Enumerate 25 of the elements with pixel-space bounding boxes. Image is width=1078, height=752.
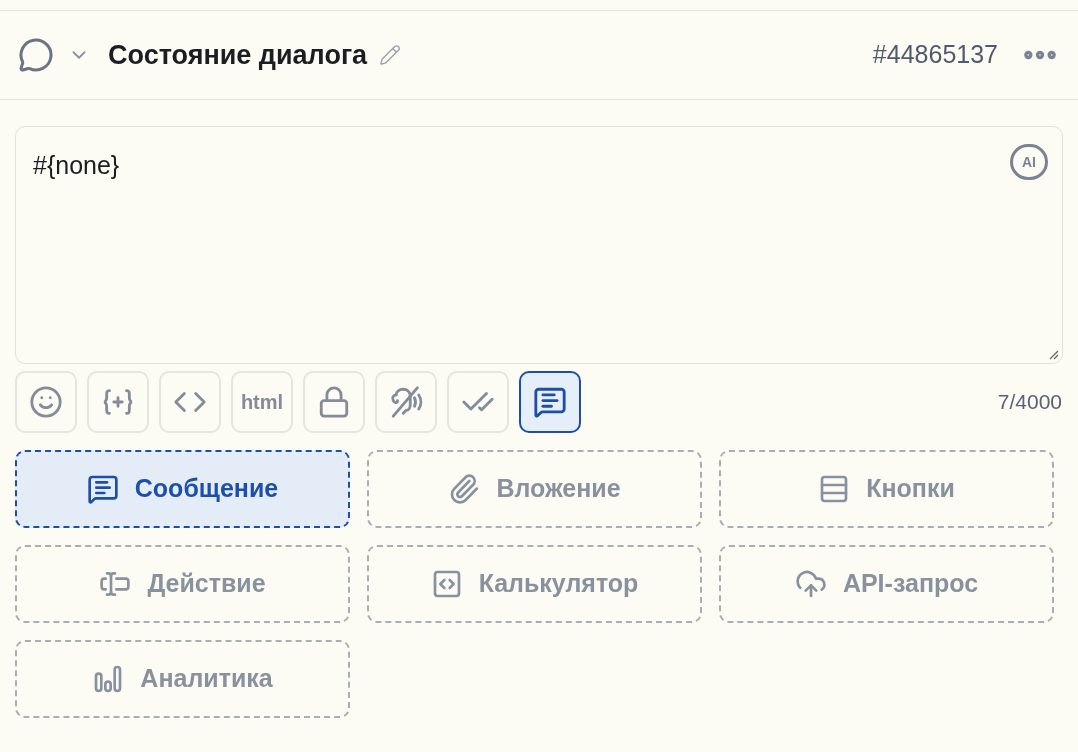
cloud-upload-icon [794,568,827,600]
block-type-button[interactable]: Действие [15,545,350,623]
ai-button[interactable]: AI [1010,144,1048,180]
paperclip-icon [448,473,481,505]
message-input[interactable]: #{none} AI [15,126,1063,364]
block-type-button[interactable]: Аналитика [15,640,350,718]
smiley-icon [29,385,63,419]
resize-handle-icon[interactable] [1047,348,1059,360]
character-counter: 7/4000 [997,389,1062,416]
block-type-button[interactable]: API-запрос [719,545,1054,623]
block-type-button[interactable]: Вложение [367,450,702,528]
block-type-button[interactable]: Калькулятор [367,545,702,623]
block-type-button[interactable]: Сообщение [15,450,350,528]
message-icon [86,473,119,505]
lock-icon [317,385,351,419]
dialog-title: Состояние диалога [108,38,368,72]
input-value: #{none} [33,150,120,181]
block-type-button[interactable]: Кнопки [719,450,1054,528]
toolbar-button[interactable]: html [231,371,293,433]
toolbar-button[interactable] [519,371,581,433]
chat-bubble-icon[interactable] [18,37,54,73]
dialog-id: #44865137 [872,39,998,71]
pencil-icon[interactable] [379,44,402,66]
voice-off-icon [389,385,423,419]
message-icon [533,385,567,419]
